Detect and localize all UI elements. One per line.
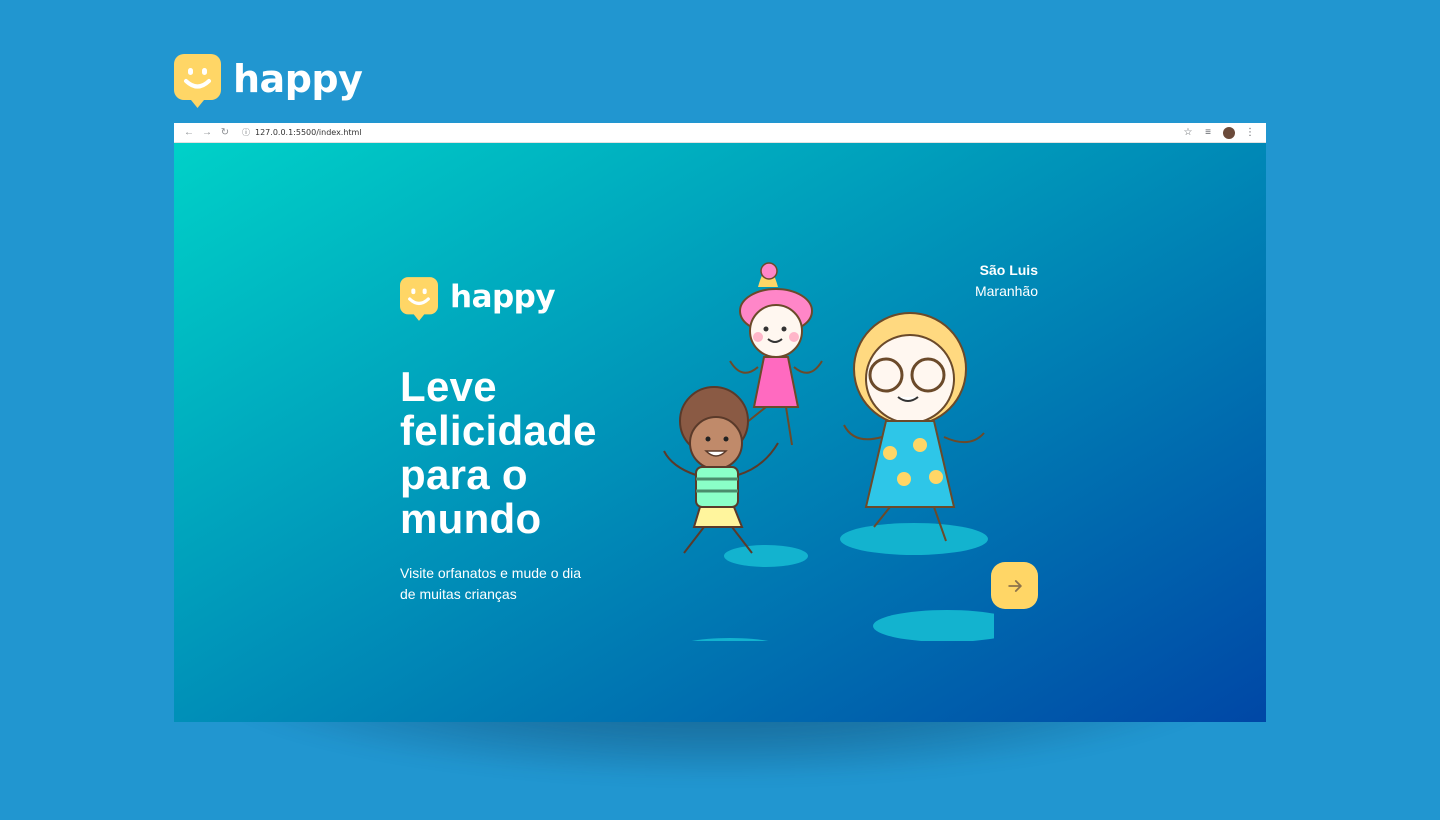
browser-toolbar: ← → ↻ ⓘ 127.0.0.1:5500/index.html ☆ ≡ ⋮ (174, 123, 1266, 143)
arrow-right-icon (1007, 579, 1022, 592)
page-headline: Leve felicidade para o mundo (400, 363, 597, 542)
kids-illustration (663, 262, 994, 641)
enter-app-button[interactable] (991, 562, 1038, 609)
playlist-icon[interactable]: ≡ (1198, 127, 1218, 138)
smiley-chat-bubble-icon (174, 54, 221, 108)
outer-brand-logo: happy (174, 54, 363, 108)
smiley-chat-bubble-icon (400, 277, 438, 321)
info-icon[interactable]: ⓘ (242, 127, 250, 138)
star-icon[interactable]: ☆ (1178, 127, 1198, 138)
page-brand-logo[interactable]: happy (400, 277, 556, 321)
reload-icon[interactable]: ↻ (216, 127, 234, 138)
page-subline: Visite orfanatos e mude o dia de muitas … (400, 565, 582, 602)
address-bar[interactable]: 127.0.0.1:5500/index.html (255, 128, 362, 137)
landing-page: happy São Luis Maranhão Leve felicidade … (174, 143, 1266, 722)
forward-icon[interactable]: → (198, 127, 216, 138)
kebab-menu-icon[interactable]: ⋮ (1240, 127, 1260, 138)
browser-window: ← → ↻ ⓘ 127.0.0.1:5500/index.html ☆ ≡ ⋮ … (174, 123, 1266, 722)
profile-avatar[interactable] (1223, 126, 1235, 139)
page-brand-name: happy (450, 279, 556, 315)
brand-name: happy (233, 57, 363, 101)
back-icon[interactable]: ← (180, 127, 198, 138)
